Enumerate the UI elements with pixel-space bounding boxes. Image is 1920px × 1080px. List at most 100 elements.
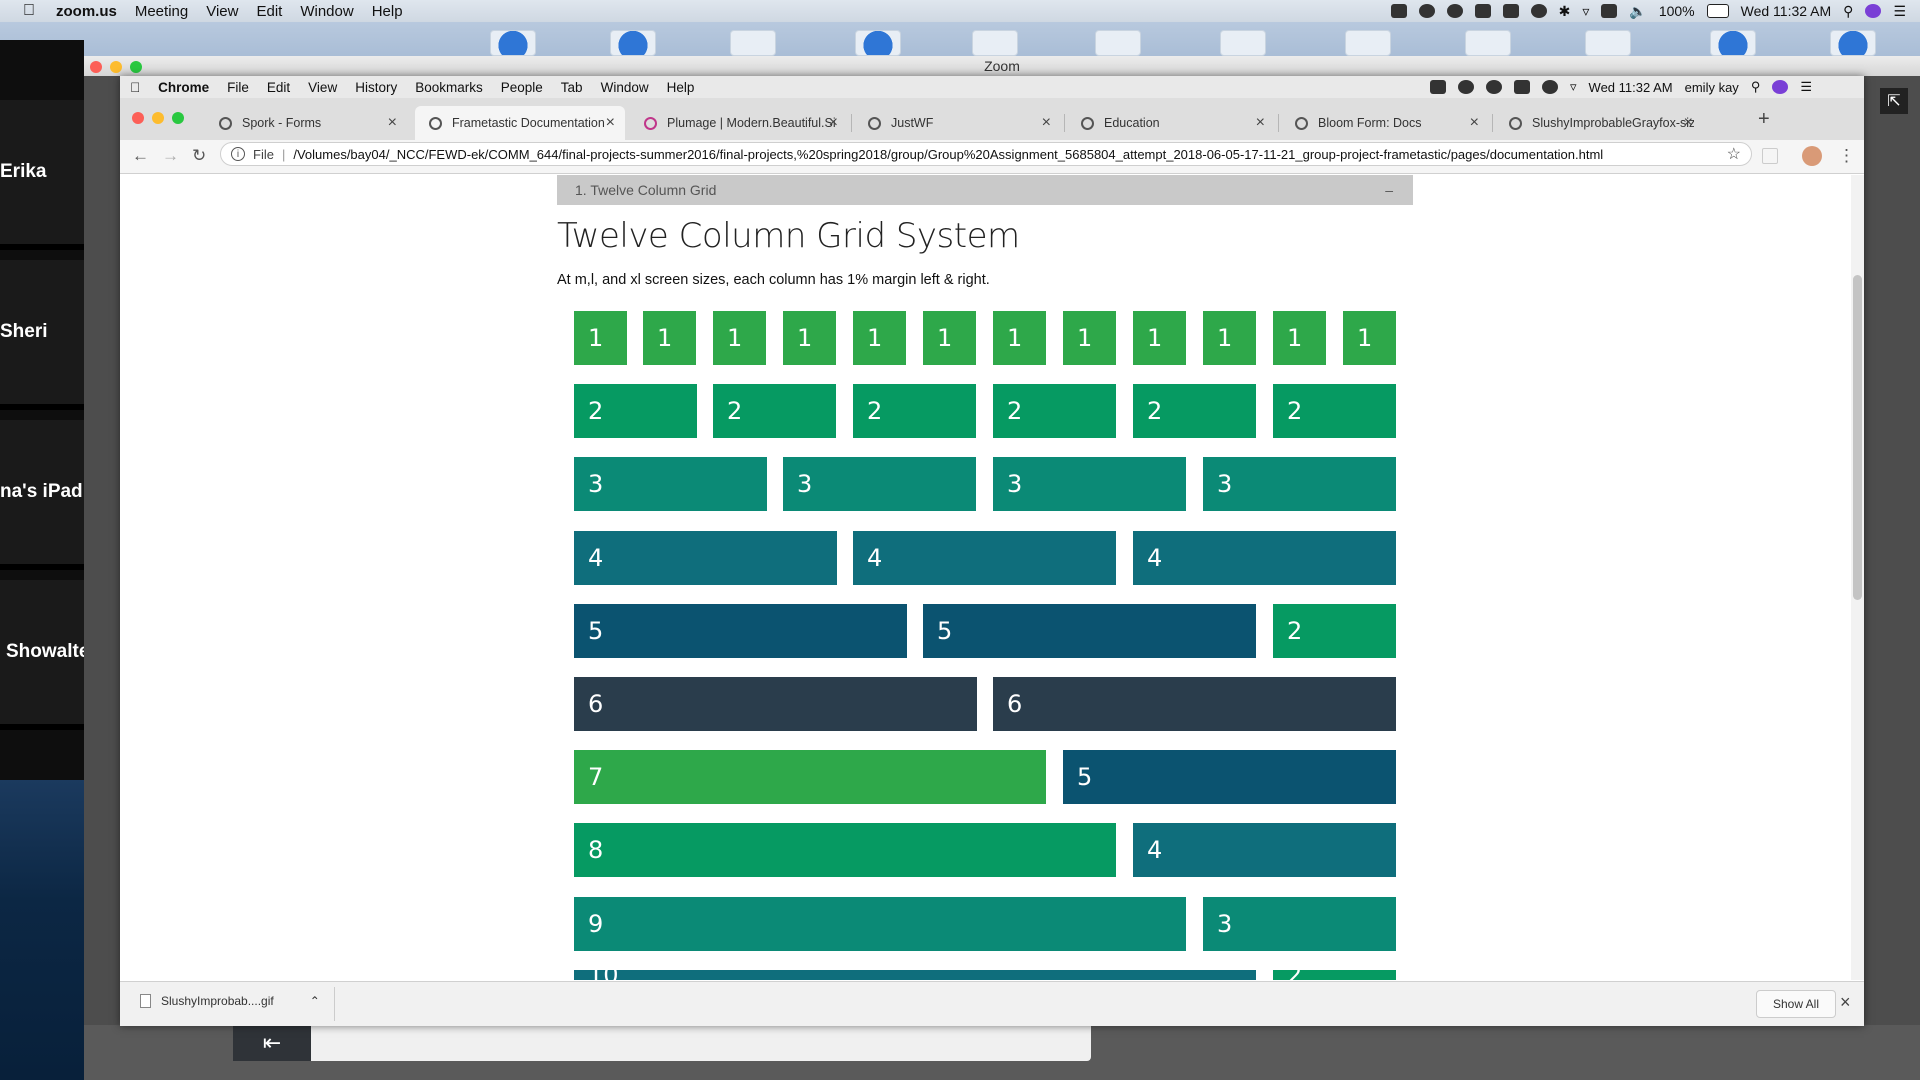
desktop-file-icon[interactable] bbox=[1830, 30, 1876, 56]
apple-icon[interactable]:  bbox=[130, 80, 140, 95]
notification-center-icon[interactable]: ☰ bbox=[1893, 3, 1906, 20]
tab-bloom-form-docs[interactable]: Bloom Form: Docs × bbox=[1281, 106, 1489, 140]
maximize-window-icon[interactable] bbox=[172, 112, 184, 124]
wifi-icon[interactable]: ▿ bbox=[1570, 79, 1577, 95]
menu-app-zoom[interactable]: zoom.us bbox=[56, 3, 117, 20]
minimize-window-icon[interactable] bbox=[152, 112, 164, 124]
tab-justwf[interactable]: JustWF × bbox=[854, 106, 1061, 140]
desktop-file-icon[interactable] bbox=[1095, 30, 1141, 56]
maximize-window-icon[interactable] bbox=[130, 61, 142, 73]
close-tab-icon[interactable]: × bbox=[1684, 114, 1693, 132]
desktop-file-icon[interactable] bbox=[1585, 30, 1631, 56]
menu-view[interactable]: View bbox=[206, 3, 238, 20]
time-machine-icon[interactable] bbox=[1530, 4, 1547, 18]
zoom-tray-icon[interactable] bbox=[1390, 4, 1407, 18]
menu-edit[interactable]: Edit bbox=[256, 3, 282, 20]
url-text[interactable]: /Volumes/bay04/_NCC/FEWD-ek/COMM_644/fin… bbox=[293, 147, 1603, 162]
chat-tray-icon[interactable] bbox=[1418, 4, 1435, 18]
reload-icon[interactable]: ↻ bbox=[192, 146, 206, 166]
time-machine-icon[interactable] bbox=[1542, 80, 1559, 94]
menu-edit[interactable]: Edit bbox=[267, 80, 290, 95]
tab-slushy-grayfox[interactable]: SlushyImprobableGrayfox-size × bbox=[1495, 106, 1703, 140]
search-icon[interactable]: ⚲ bbox=[1751, 79, 1761, 95]
close-window-icon[interactable] bbox=[90, 61, 102, 73]
menubar-clock[interactable]: Wed 11:32 AM bbox=[1741, 3, 1832, 19]
close-window-icon[interactable] bbox=[132, 112, 144, 124]
keyboard-input-icon[interactable] bbox=[1601, 4, 1618, 18]
close-tab-icon[interactable]: × bbox=[1470, 114, 1479, 132]
close-tab-icon[interactable]: × bbox=[388, 114, 397, 132]
apple-icon[interactable]:  bbox=[18, 0, 40, 22]
back-arrow-icon[interactable]: ← bbox=[132, 146, 149, 166]
menu-meeting[interactable]: Meeting bbox=[135, 3, 188, 20]
close-tab-icon[interactable]: × bbox=[606, 114, 615, 132]
close-download-shelf-icon[interactable]: × bbox=[1840, 992, 1851, 1013]
menu-view[interactable]: View bbox=[308, 80, 337, 95]
zoom-tray-icon[interactable] bbox=[1514, 80, 1531, 94]
creative-cloud-icon[interactable] bbox=[1446, 4, 1463, 18]
desktop-file-icon[interactable] bbox=[730, 30, 776, 56]
tab-spork-forms[interactable]: Spork - Forms × bbox=[205, 106, 407, 140]
notification-center-icon[interactable]: ☰ bbox=[1800, 79, 1812, 95]
creative-cloud-icon[interactable] bbox=[1458, 80, 1475, 94]
forward-arrow-icon[interactable]: → bbox=[162, 146, 179, 166]
desktop-file-icon[interactable] bbox=[610, 30, 656, 56]
desktop-file-icon[interactable] bbox=[855, 30, 901, 56]
siri-icon[interactable] bbox=[1772, 80, 1789, 94]
menu-tab[interactable]: Tab bbox=[561, 80, 583, 95]
bluetooth-icon[interactable]: ✱ bbox=[1559, 3, 1571, 20]
battery-percent[interactable]: 100% bbox=[1659, 3, 1695, 19]
close-tab-icon[interactable]: × bbox=[1256, 114, 1265, 132]
address-bar[interactable]: i File | /Volumes/bay04/_NCC/FEWD-ek/COM… bbox=[220, 142, 1752, 166]
fullscreen-toggle-icon[interactable]: ⇱ bbox=[1880, 88, 1908, 114]
menu-app-chrome[interactable]: Chrome bbox=[158, 80, 209, 95]
close-tab-icon[interactable]: × bbox=[829, 114, 838, 132]
show-all-button[interactable]: Show All bbox=[1756, 990, 1836, 1018]
bookmark-star-icon[interactable]: ☆ bbox=[1727, 144, 1741, 164]
airplay-icon[interactable] bbox=[1502, 4, 1519, 18]
menu-window[interactable]: Window bbox=[300, 3, 353, 20]
participant-tile[interactable]: Erika bbox=[0, 100, 84, 250]
desktop-file-icon[interactable] bbox=[1710, 30, 1756, 56]
scrollbar-thumb[interactable] bbox=[1853, 275, 1862, 600]
download-item[interactable]: SlushyImprobab....gif ⌃ bbox=[140, 994, 320, 1008]
desktop-file-icon[interactable] bbox=[490, 30, 536, 56]
desktop-file-icon[interactable] bbox=[1345, 30, 1391, 56]
participant-tile[interactable]: Showalte bbox=[0, 580, 84, 730]
kebab-menu-icon[interactable]: ⋮ bbox=[1838, 146, 1855, 166]
chevron-up-icon[interactable]: ⌃ bbox=[310, 994, 320, 1008]
collapse-left-icon[interactable]: ⇤ bbox=[233, 1025, 311, 1061]
profile-avatar[interactable] bbox=[1802, 146, 1822, 166]
close-tab-icon[interactable]: × bbox=[1042, 114, 1051, 132]
site-info-icon[interactable]: i bbox=[231, 147, 245, 161]
new-tab-icon[interactable]: + bbox=[1758, 108, 1770, 131]
tab-frametastic-documentation[interactable]: Frametastic Documentation × bbox=[415, 106, 625, 140]
collapse-icon[interactable]: – bbox=[1385, 175, 1393, 205]
tab-education[interactable]: Education × bbox=[1067, 106, 1275, 140]
dropbox-icon[interactable] bbox=[1430, 80, 1447, 94]
volume-icon[interactable]: 🔈 bbox=[1629, 3, 1646, 20]
chat-tray-icon[interactable] bbox=[1486, 80, 1503, 94]
tab-plumage[interactable]: Plumage | Modern.Beautiful.Si × bbox=[630, 106, 848, 140]
desktop-file-icon[interactable] bbox=[1220, 30, 1266, 56]
participant-tile[interactable]: na's iPad bbox=[0, 420, 84, 570]
chrome-menubar-clock[interactable]: Wed 11:32 AM bbox=[1589, 80, 1673, 95]
menu-history[interactable]: History bbox=[355, 80, 397, 95]
extension-icon[interactable] bbox=[1762, 148, 1778, 164]
dropbox-icon[interactable] bbox=[1474, 4, 1491, 18]
menu-people[interactable]: People bbox=[501, 80, 543, 95]
menu-window[interactable]: Window bbox=[601, 80, 649, 95]
spotlight-search-icon[interactable]: ⚲ bbox=[1843, 3, 1853, 20]
desktop-file-icon[interactable] bbox=[1465, 30, 1511, 56]
user-name[interactable]: emily kay bbox=[1685, 80, 1739, 95]
accordion-header[interactable]: 1. Twelve Column Grid – bbox=[557, 175, 1413, 205]
siri-icon[interactable] bbox=[1865, 4, 1882, 18]
participant-tile[interactable]: Sheri bbox=[0, 260, 84, 410]
menu-file[interactable]: File bbox=[227, 80, 249, 95]
wifi-icon[interactable]: ▿ bbox=[1582, 3, 1589, 20]
menu-bookmarks[interactable]: Bookmarks bbox=[415, 80, 483, 95]
minimize-window-icon[interactable] bbox=[110, 61, 122, 73]
menu-help[interactable]: Help bbox=[667, 80, 695, 95]
desktop-file-icon[interactable] bbox=[972, 30, 1018, 56]
menu-help[interactable]: Help bbox=[372, 3, 403, 20]
